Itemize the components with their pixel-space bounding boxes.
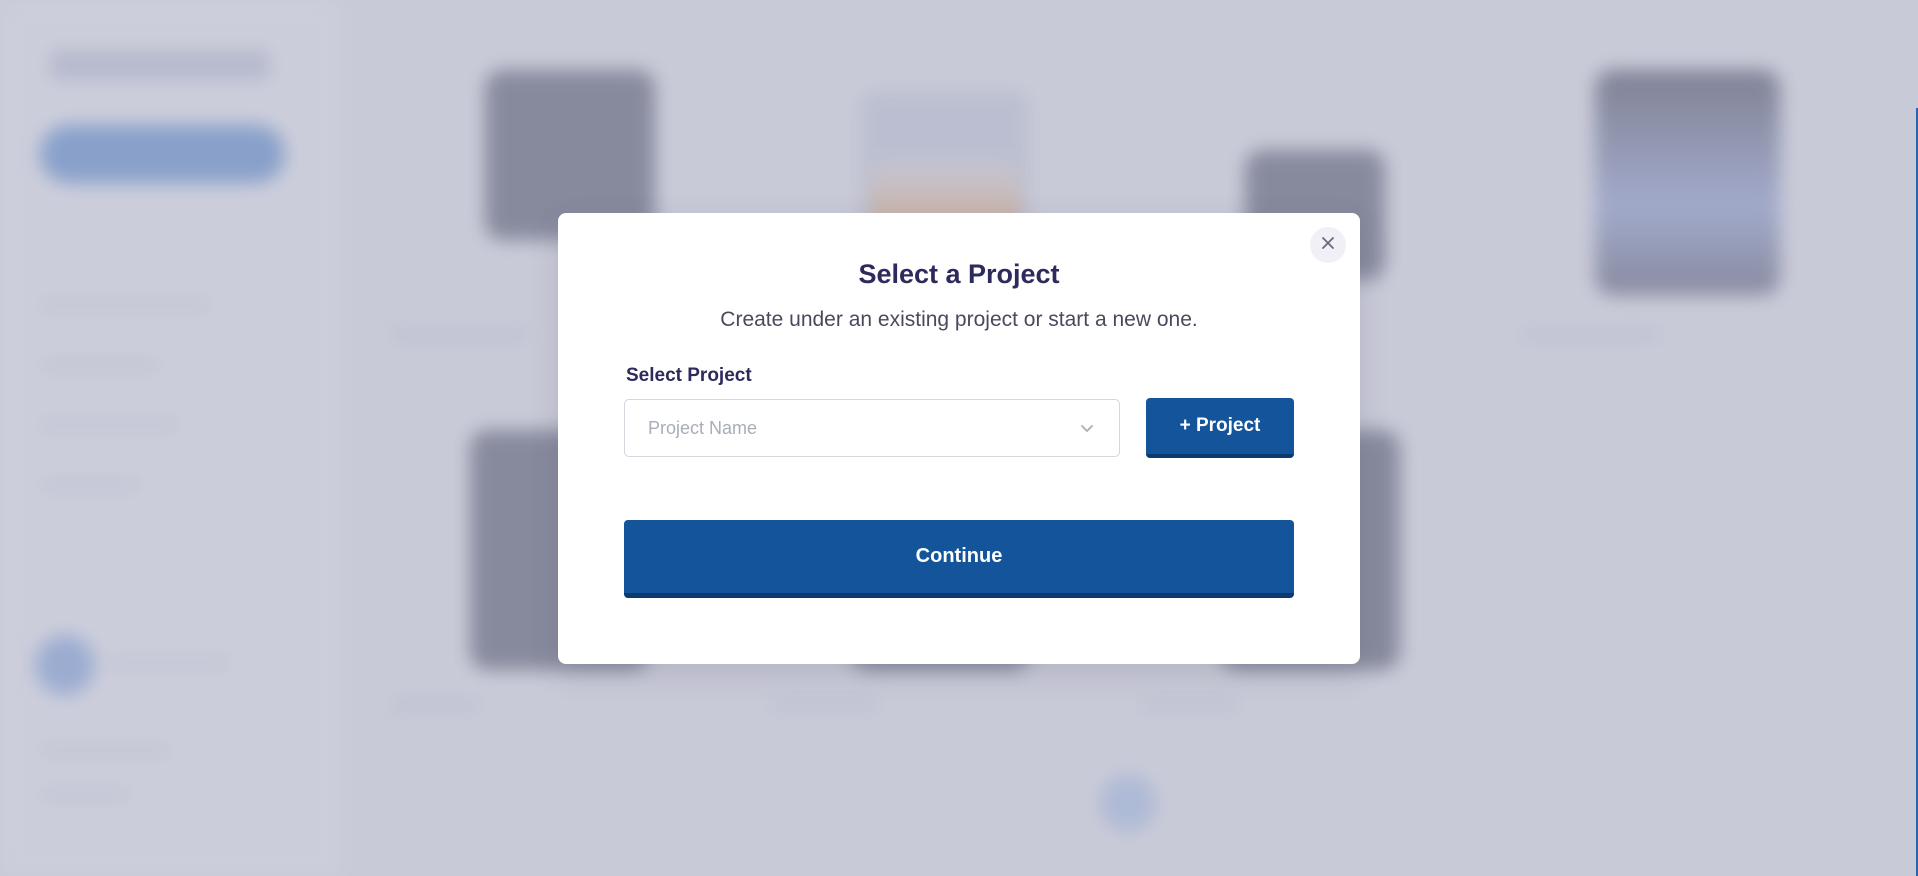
project-select[interactable]: Project Name <box>624 399 1120 457</box>
close-button[interactable] <box>1310 227 1346 263</box>
close-icon <box>1321 236 1335 255</box>
project-select-placeholder: Project Name <box>648 417 758 438</box>
modal-title: Select a Project <box>858 259 1060 289</box>
continue-button[interactable]: Continue <box>624 520 1294 598</box>
page: Select a Project Create under an existin… <box>0 0 1918 876</box>
add-project-button[interactable]: + Project <box>1146 398 1294 458</box>
select-project-label: Select Project <box>626 365 752 386</box>
chevron-down-icon <box>1079 420 1095 441</box>
modal-subtitle: Create under an existing project or star… <box>720 308 1198 331</box>
select-project-modal: Select a Project Create under an existin… <box>558 213 1360 664</box>
